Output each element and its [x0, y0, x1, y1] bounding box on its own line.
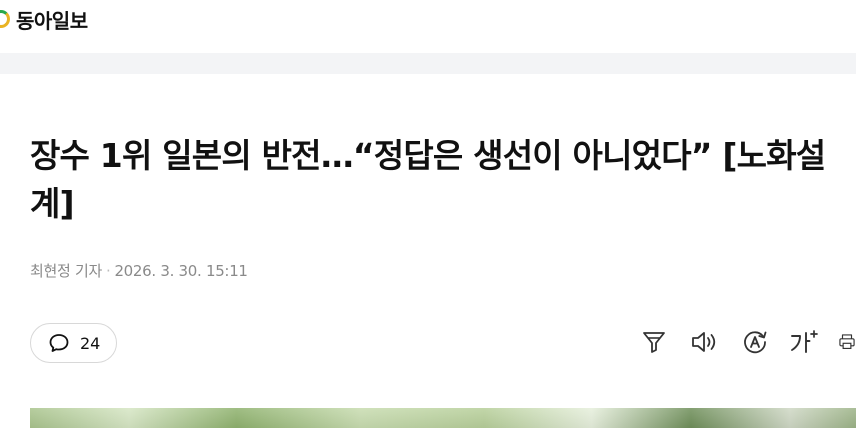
- author-name[interactable]: 최현정 기자: [30, 262, 102, 280]
- print-icon: [839, 334, 855, 350]
- byline-separator: ·: [105, 262, 111, 280]
- comment-button[interactable]: 24: [30, 323, 117, 363]
- donga-logo-icon: [0, 10, 10, 28]
- speaker-icon: [692, 332, 716, 352]
- site-header: 동아일보: [0, 0, 856, 38]
- translate-icon: [744, 331, 767, 354]
- translate-button[interactable]: [739, 326, 771, 358]
- article-byline: 최현정 기자 · 2026. 3. 30. 15:11: [30, 260, 248, 281]
- article-title: 장수 1위 일본의 반전…“정답은 생선이 아니었다” [노화설계]: [30, 136, 826, 223]
- font-size-button[interactable]: [788, 326, 820, 358]
- site-name: 동아일보: [16, 8, 88, 33]
- filter-button[interactable]: [638, 326, 670, 358]
- header-divider-band: [0, 53, 856, 74]
- article-main-image: [30, 408, 856, 428]
- site-logo[interactable]: 동아일보: [0, 6, 88, 33]
- publish-time: 2026. 3. 30. 15:11: [114, 262, 248, 280]
- print-button[interactable]: [838, 326, 856, 358]
- listen-button[interactable]: [689, 326, 721, 358]
- filter-icon: [643, 332, 665, 353]
- font-size-icon: [791, 330, 818, 353]
- image-overlay: [30, 408, 856, 428]
- comment-icon: [49, 334, 69, 352]
- comment-count: 24: [80, 333, 101, 353]
